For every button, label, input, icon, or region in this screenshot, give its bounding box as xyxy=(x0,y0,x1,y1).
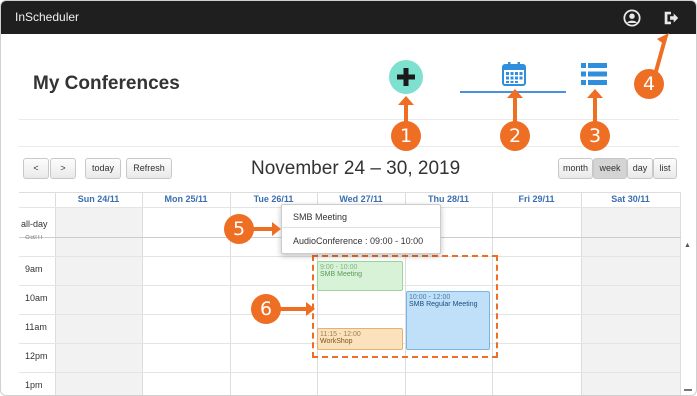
time-label: 11am xyxy=(25,322,47,332)
grid-line xyxy=(55,192,56,395)
plus-icon xyxy=(397,68,415,86)
time-label: 8am xyxy=(25,235,43,240)
app-title: InScheduler xyxy=(15,10,80,24)
marker-4: 4 xyxy=(634,69,664,99)
top-bar: InScheduler xyxy=(1,1,696,34)
marker-arrow xyxy=(272,222,281,236)
list-view-button[interactable]: list xyxy=(653,158,677,179)
grid-line xyxy=(19,372,681,373)
divider xyxy=(19,146,679,147)
marker-stem xyxy=(253,227,273,231)
calendar-icon[interactable] xyxy=(501,61,527,87)
time-label: 9am xyxy=(25,264,43,274)
scroll-up-arrow[interactable]: ▲ xyxy=(684,242,691,249)
time-label: 10am xyxy=(25,293,48,303)
today-button[interactable]: today xyxy=(85,158,121,179)
grid-line xyxy=(680,192,681,395)
column-header: Mon 25/11 xyxy=(164,194,208,204)
grid-line xyxy=(581,192,582,395)
day-view-button[interactable]: day xyxy=(627,158,653,179)
list-icon[interactable] xyxy=(581,63,607,85)
marker-stem xyxy=(593,97,597,124)
tooltip-title: SMB Meeting xyxy=(293,212,348,222)
marker-arrow xyxy=(306,302,315,316)
logout-icon[interactable] xyxy=(662,9,680,27)
add-conference-button[interactable] xyxy=(389,60,423,94)
prev-button[interactable]: < xyxy=(23,158,49,179)
events-highlight-box xyxy=(312,255,498,358)
time-label: 1pm xyxy=(25,380,43,390)
app-window: InScheduler My Conferences 1 2 3 4 < > t… xyxy=(0,0,697,396)
column-header: Sat 30/11 xyxy=(611,194,650,204)
column-header: Fri 29/11 xyxy=(518,194,555,204)
column-header: Thu 28/11 xyxy=(427,194,470,204)
scroll-down-indicator[interactable] xyxy=(684,389,692,391)
marker-5: 5 xyxy=(224,214,254,244)
user-circle-icon[interactable] xyxy=(623,9,641,27)
time-label: 12pm xyxy=(25,351,48,361)
date-range-title: November 24 – 30, 2019 xyxy=(251,158,461,179)
weekend-column xyxy=(55,207,142,395)
tooltip-detail: AudioConference : 09:00 - 10:00 xyxy=(293,236,424,246)
allday-label: all-day xyxy=(21,219,48,229)
divider xyxy=(19,119,679,120)
column-header: Sun 24/11 xyxy=(77,194,120,204)
marker-3: 3 xyxy=(580,121,610,151)
marker-2: 2 xyxy=(500,121,530,151)
column-header: Wed 27/11 xyxy=(339,194,383,204)
week-view-button[interactable]: week xyxy=(593,158,627,179)
page-title: My Conferences xyxy=(33,73,180,94)
marker-stem xyxy=(513,97,517,124)
column-header: Tue 26/11 xyxy=(253,194,294,204)
marker-6: 6 xyxy=(251,294,281,324)
weekend-column xyxy=(581,207,681,395)
refresh-button[interactable]: Refresh xyxy=(126,158,172,179)
grid-line xyxy=(142,192,143,395)
month-view-button[interactable]: month xyxy=(558,158,593,179)
next-button[interactable]: > xyxy=(50,158,76,179)
marker-1: 1 xyxy=(391,121,421,151)
event-tooltip: SMB Meeting AudioConference : 09:00 - 10… xyxy=(281,204,441,254)
divider xyxy=(282,227,440,228)
